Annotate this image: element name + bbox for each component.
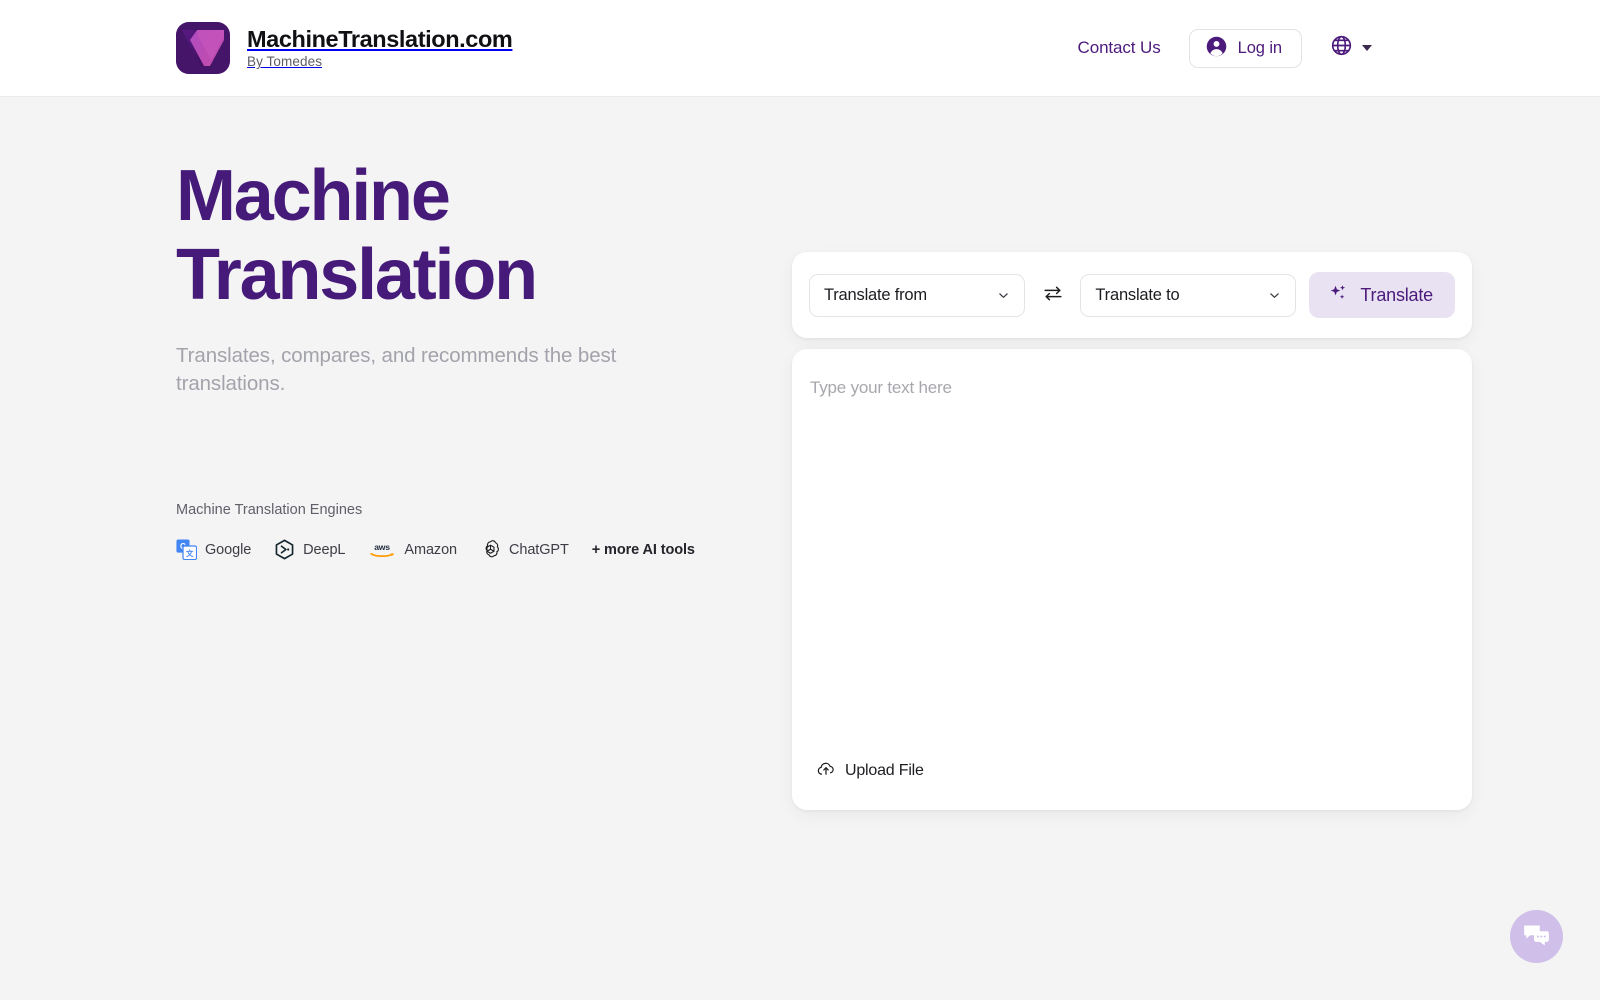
openai-icon (480, 539, 501, 560)
svg-text:文: 文 (186, 548, 194, 558)
site-header: MachineTranslation.com By Tomedes Contac… (0, 0, 1600, 97)
hero-subtitle: Translates, compares, and recommends the… (176, 344, 617, 395)
swap-horizontal-icon (1042, 284, 1064, 306)
translate-button-label: Translate (1360, 284, 1433, 305)
engine-name: Google (205, 541, 252, 558)
brand-title: MachineTranslation.com (247, 25, 513, 52)
login-button[interactable]: Log in (1188, 28, 1302, 68)
engines-section: Machine Translation Engines G 文 Google (176, 502, 716, 560)
translate-button[interactable]: Translate (1309, 272, 1455, 318)
globe-icon (1330, 34, 1353, 62)
translator-controls: Translate from Translate to Translate (792, 252, 1472, 338)
upload-file-label: Upload File (845, 761, 924, 779)
engine-name: DeepL (303, 541, 346, 558)
engine-item-deepl[interactable]: DeepL (274, 539, 346, 560)
chat-bubbles-icon (1522, 922, 1551, 952)
engine-name: Amazon (404, 541, 457, 558)
translator-panel: Translate from Translate to Translate Ty… (792, 156, 1472, 810)
brand-logo-link[interactable]: MachineTranslation.com By Tomedes (176, 22, 513, 74)
hero-section: Machine Translation Translates, compares… (176, 156, 716, 810)
more-ai-tools-link[interactable]: + more AI tools (592, 542, 695, 558)
engines-list: G 文 Google Deep (176, 539, 716, 560)
page-title-line-1: Machine (176, 156, 451, 236)
engine-item-chatgpt[interactable]: ChatGPT (480, 539, 569, 560)
svg-text:aws: aws (375, 542, 391, 552)
engine-item-google[interactable]: G 文 Google (176, 539, 251, 560)
contact-us-link[interactable]: Contact Us (1078, 38, 1161, 58)
chevron-down-icon (1268, 289, 1281, 302)
main-content: Machine Translation Translates, compares… (0, 97, 1600, 810)
source-text-input[interactable] (792, 349, 1472, 759)
page-title: Machine Translation (176, 157, 716, 315)
page-title-line-2: Translation (176, 235, 538, 315)
account-circle-icon (1205, 35, 1228, 61)
engines-label: Machine Translation Engines (176, 502, 363, 518)
upload-file-button[interactable]: Upload File (816, 759, 924, 782)
google-translate-icon: G 文 (176, 539, 197, 560)
deepl-icon (274, 539, 295, 560)
target-language-value: Translate to (1095, 285, 1180, 304)
source-language-select[interactable]: Translate from (809, 273, 1025, 317)
source-language-value: Translate from (824, 285, 927, 304)
caret-down-icon (1362, 45, 1372, 51)
aws-icon: aws (368, 539, 396, 560)
engine-item-amazon[interactable]: aws Amazon (368, 539, 457, 560)
chat-widget-button[interactable] (1510, 910, 1563, 963)
header-nav: Contact Us Log in (1078, 28, 1372, 68)
sparkles-icon (1328, 283, 1349, 307)
chevron-down-icon (997, 289, 1010, 302)
login-button-label: Log in (1237, 38, 1282, 57)
cloud-upload-icon (816, 759, 836, 782)
editor-footer: Upload File (792, 759, 1472, 810)
swap-languages-button[interactable] (1025, 274, 1080, 317)
language-switcher[interactable] (1330, 34, 1372, 62)
target-language-select[interactable]: Translate to (1080, 273, 1297, 317)
translator-editor-card: Upload File (792, 349, 1472, 810)
brand-subtitle: By Tomedes (247, 54, 323, 70)
machinetranslation-butterfly-logo-icon (176, 22, 230, 74)
engine-name: ChatGPT (509, 541, 569, 558)
